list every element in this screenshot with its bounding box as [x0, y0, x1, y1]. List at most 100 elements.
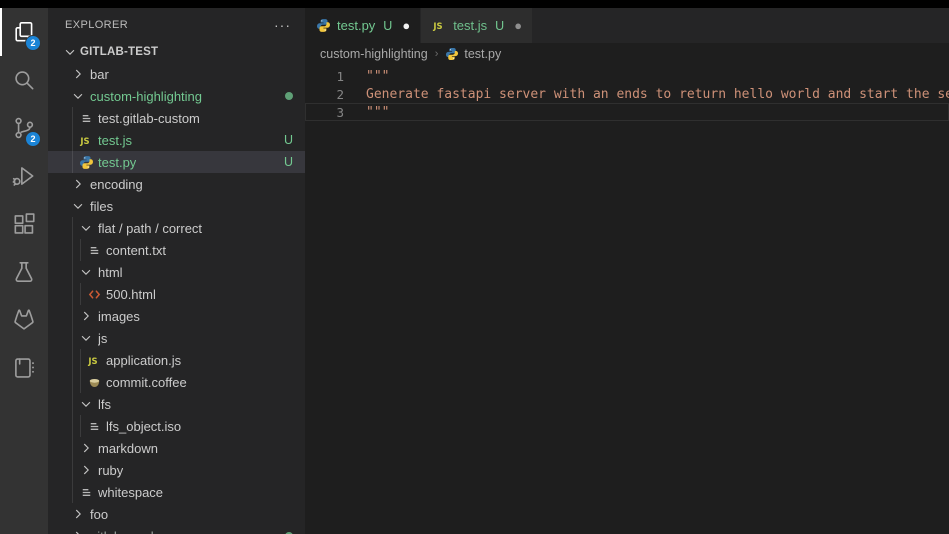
tree-item-label: foo: [90, 507, 108, 522]
line-text: """: [366, 105, 389, 120]
sidebar-header: EXPLORER ···: [48, 8, 305, 41]
tab-label: test.js: [453, 18, 487, 33]
tree-item-commit-coffee[interactable]: commit.coffee: [48, 371, 305, 393]
tree-item-label: whitespace: [98, 485, 163, 500]
file-generic-icon: [86, 243, 102, 258]
tree-item-label: images: [98, 309, 140, 324]
activity-item-testing[interactable]: [0, 248, 48, 296]
file-js-icon: JS: [78, 133, 94, 148]
git-untracked-badge: U: [383, 19, 392, 33]
indent-guide: [72, 151, 73, 173]
tree-item-files[interactable]: files: [48, 195, 305, 217]
tree-item-label: flat / path / correct: [98, 221, 202, 236]
tree-item-label: test.js: [98, 133, 132, 148]
activity-item-notebook[interactable]: [0, 344, 48, 392]
code-line-3[interactable]: 3""": [305, 103, 949, 121]
tree-item-html[interactable]: html: [48, 261, 305, 283]
tree-item-label: gitlab-grack: [90, 529, 157, 534]
tree-item-label: lfs_object.iso: [106, 419, 181, 434]
indent-guide: [72, 217, 73, 239]
code-line-2[interactable]: 2Generate fastapi server with an ends to…: [305, 85, 949, 103]
dirty-dot-icon[interactable]: ●: [402, 19, 410, 32]
chevron-right-icon: [70, 177, 86, 191]
indent-guide: [80, 349, 81, 371]
dirty-dot-icon[interactable]: ●: [514, 19, 522, 32]
tab-test-js[interactable]: JStest.jsU●: [421, 8, 533, 43]
tree-item-gitlab-grack[interactable]: gitlab-grack: [48, 525, 305, 534]
tree-item-label: GITLAB-TEST: [80, 46, 158, 58]
line-text: Generate fastapi server with an ends to …: [366, 87, 949, 102]
tree-item-label: encoding: [90, 177, 143, 192]
tree-item-test-gitlab-custom[interactable]: test.gitlab-custom: [48, 107, 305, 129]
editor-group: test.py U ● JS test.js U ● custom-highlighting…: [305, 8, 949, 534]
title-bar-edge: [0, 0, 949, 8]
tree-item-test-py[interactable]: test.pyU: [48, 151, 305, 173]
tree-item-custom-highlighting[interactable]: custom-highlighting: [48, 85, 305, 107]
tab-test-py[interactable]: test.py U ●: [305, 8, 421, 43]
code-editor[interactable]: 1"""2Generate fastapi server with an end…: [305, 65, 949, 534]
tree-item-foo[interactable]: foo: [48, 503, 305, 525]
breadcrumb-item-test-py[interactable]: test.py: [445, 47, 501, 61]
file-js-icon: JS: [431, 18, 447, 33]
book-icon: [11, 355, 37, 381]
tree-item-bar[interactable]: bar: [48, 63, 305, 85]
tree-item-gitlab-test[interactable]: GITLAB-TEST: [48, 41, 305, 63]
tree-item-lfs-object-iso[interactable]: lfs_object.iso: [48, 415, 305, 437]
activity-item-gitlab[interactable]: [0, 296, 48, 344]
tree-item-flat-path-correct[interactable]: flat / path / correct: [48, 217, 305, 239]
breadcrumb-item-custom-highlighting[interactable]: custom-highlighting: [320, 47, 428, 61]
git-untracked-badge: U: [284, 133, 293, 147]
tree-item-application-js[interactable]: JS application.js: [48, 349, 305, 371]
chevron-right-icon: [70, 529, 86, 534]
breadcrumb-separator: ›: [435, 48, 439, 60]
git-modified-dot: [285, 92, 293, 100]
line-text: """: [366, 69, 389, 84]
svg-text:JS: JS: [87, 355, 97, 365]
tree-item-label: html: [98, 265, 123, 280]
chevron-down-icon: [70, 199, 86, 213]
chevron-right-icon: [78, 441, 94, 455]
indent-guide: [72, 437, 73, 459]
tree-item-ruby[interactable]: ruby: [48, 459, 305, 481]
indent-guide: [72, 261, 73, 283]
tree-item-whitespace[interactable]: whitespace: [48, 481, 305, 503]
tree-item-label: application.js: [106, 353, 181, 368]
file-js-icon: JS: [86, 353, 102, 368]
tree-item-images[interactable]: images: [48, 305, 305, 327]
chevron-right-icon: [70, 67, 86, 81]
tree-item-encoding[interactable]: encoding: [48, 173, 305, 195]
run-debug-icon: [11, 163, 37, 189]
tree-item-test-js[interactable]: JS test.js U: [48, 129, 305, 151]
activity-item-search[interactable]: [0, 56, 48, 104]
tree-item-lfs[interactable]: lfs: [48, 393, 305, 415]
tree-item-label: custom-highlighting: [90, 89, 202, 104]
breadcrumb-label: test.py: [464, 47, 501, 61]
vscode-window: 22 EXPLORER ··· GITLAB-TESTbarcustom-hig…: [0, 0, 949, 534]
activity-bar: 22: [0, 8, 48, 534]
tree-item-content-txt[interactable]: content.txt: [48, 239, 305, 261]
more-actions-icon[interactable]: ···: [274, 20, 291, 30]
search-icon: [11, 67, 37, 93]
file-generic-icon: [86, 419, 102, 434]
tree-item-label: ruby: [98, 463, 123, 478]
sidebar-title: EXPLORER: [65, 19, 128, 31]
activity-item-explorer[interactable]: 2: [0, 8, 48, 56]
indent-guide: [72, 349, 73, 371]
git-untracked-badge: U: [284, 155, 293, 169]
tab-label: test.py: [337, 18, 375, 33]
indent-guide: [80, 239, 81, 261]
indent-guide: [72, 371, 73, 393]
tree-item-label: markdown: [98, 441, 158, 456]
chevron-down-icon: [62, 45, 78, 59]
tree-item-markdown[interactable]: markdown: [48, 437, 305, 459]
activity-item-run-debug[interactable]: [0, 152, 48, 200]
tree-item-500-html[interactable]: 500.html: [48, 283, 305, 305]
code-line-1[interactable]: 1""": [305, 67, 949, 85]
activity-item-extensions[interactable]: [0, 200, 48, 248]
tree-item-js[interactable]: js: [48, 327, 305, 349]
activity-item-source-control[interactable]: 2: [0, 104, 48, 152]
breadcrumb-label: custom-highlighting: [320, 47, 428, 61]
indent-guide: [72, 393, 73, 415]
file-tree: GITLAB-TEST bar custom-highlighting test.gi…: [48, 41, 305, 534]
tab-bar: test.py U ● JS test.js U ●: [305, 8, 949, 43]
